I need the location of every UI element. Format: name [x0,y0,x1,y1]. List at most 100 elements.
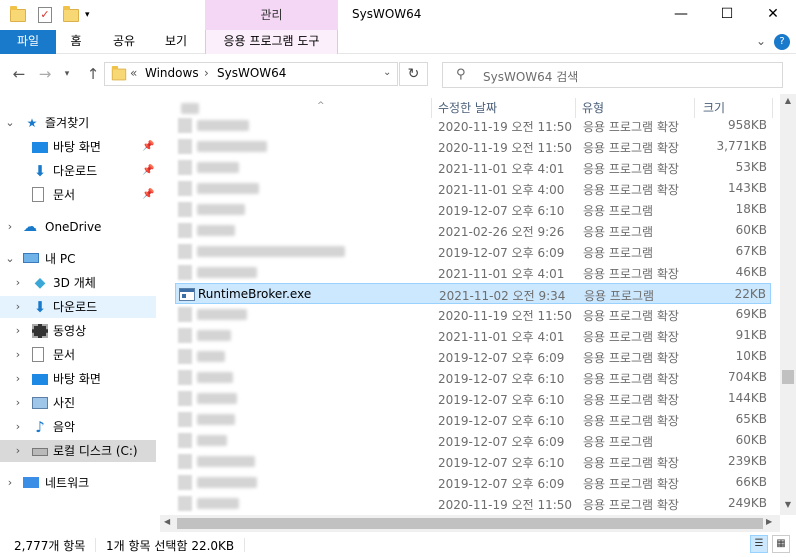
file-row[interactable]: 2020-11-19 오전 11:50 응용 프로그램 확장 249KB [175,493,771,514]
chevron-down-icon[interactable]: ⌄ [4,248,16,270]
scroll-right-icon[interactable]: ▶ [766,517,772,526]
tab-application-tools[interactable]: 응용 프로그램 도구 [205,30,338,54]
chevron-down-icon[interactable]: ⌄ [4,112,16,134]
chevron-right-icon[interactable]: › [12,392,24,414]
nav-pc-desktop[interactable]: › 바탕 화면 [0,368,158,390]
help-icon[interactable]: ? [774,34,790,50]
nav-music[interactable]: › ♪ 음악 [0,416,158,438]
nav-downloads-pinned[interactable]: ⬇ 다운로드 📌 [0,160,158,182]
file-icon [178,307,192,322]
horizontal-scroll-thumb[interactable] [177,518,763,529]
drive-icon [32,448,48,456]
breadcrumb-separator[interactable]: › [204,66,209,80]
vertical-scroll-thumb[interactable] [782,370,794,384]
address-bar[interactable]: « Windows › SysWOW64 ⌄ [104,62,398,86]
chevron-right-icon[interactable]: › [12,344,24,366]
chevron-right-icon[interactable]: › [12,272,24,294]
nav-this-pc[interactable]: ⌄ 내 PC [0,248,158,270]
breadcrumb-overflow[interactable]: « [130,66,137,80]
column-divider[interactable] [772,98,773,118]
forward-arrow-icon[interactable]: → [34,64,56,84]
large-icons-view-icon[interactable]: ▦ [772,535,790,553]
search-box[interactable]: ⚲ SysWOW64 검색 [442,62,783,88]
address-dropdown-icon[interactable]: ⌄ [383,67,391,78]
star-icon: ★ [26,116,38,130]
file-row[interactable]: 2021-02-26 오전 9:26 응용 프로그램 60KB [175,220,771,241]
file-row[interactable]: 2019-12-07 오후 6:09 응용 프로그램 확장 10KB [175,346,771,367]
details-view-icon[interactable]: ☰ [750,535,768,553]
file-row[interactable]: 2020-11-19 오전 11:50 응용 프로그램 확장 69KB [175,304,771,325]
chevron-right-icon[interactable]: › [12,416,24,438]
nav-documents-pinned[interactable]: 문서 📌 [0,184,158,206]
breadcrumb-syswow64[interactable]: SysWOW64 [217,66,286,80]
quick-access-dropdown-icon[interactable]: ▾ [85,6,90,24]
chevron-right-icon[interactable]: › [4,216,16,238]
nav-onedrive[interactable]: › ☁ OneDrive [0,216,158,238]
tab-home[interactable]: 홈 [62,30,90,54]
file-row[interactable]: 2021-11-01 오후 4:01 응용 프로그램 확장 91KB [175,325,771,346]
file-icon [178,349,192,364]
nav-quick-access[interactable]: ⌄ ★ 즐겨찾기 [0,112,158,134]
file-row[interactable]: 2019-12-07 오후 6:09 응용 프로그램 60KB [175,430,771,451]
file-name: RuntimeBroker.exe [198,287,312,301]
maximize-button[interactable]: ☐ [704,0,750,30]
nav-label: 바탕 화면 [53,140,101,154]
properties-icon[interactable]: ✓ [38,6,52,24]
file-row[interactable]: 2020-11-19 오전 11:50 응용 프로그램 확장 958KB [175,115,771,136]
nav-desktop-pinned[interactable]: 바탕 화면 📌 [0,136,158,158]
nav-network[interactable]: › 네트워크 [0,472,158,494]
nav-3d-objects[interactable]: › ◆ 3D 개체 [0,272,158,294]
file-type: 응용 프로그램 [583,435,654,449]
up-arrow-icon[interactable]: ↑ [82,64,104,84]
pin-icon[interactable]: 📌 [142,160,154,182]
file-name-redacted [197,225,235,236]
vertical-scrollbar[interactable]: ▲ ▼ [780,94,796,515]
chevron-right-icon[interactable]: › [4,472,16,494]
file-size: 46KB [735,265,767,279]
new-folder-icon[interactable] [63,5,79,24]
scroll-down-icon[interactable]: ▼ [780,500,796,509]
file-row[interactable]: 2020-11-19 오전 11:50 응용 프로그램 확장 3,771KB [175,136,771,157]
search-input[interactable]: SysWOW64 검색 [483,68,578,85]
file-row[interactable]: 2019-12-07 오후 6:09 응용 프로그램 확장 66KB [175,472,771,493]
file-row[interactable]: 2019-12-07 오후 6:10 응용 프로그램 확장 144KB [175,388,771,409]
file-row[interactable]: 2019-12-07 오후 6:10 응용 프로그램 확장 65KB [175,409,771,430]
file-row[interactable]: 2019-12-07 오후 6:09 응용 프로그램 67KB [175,241,771,262]
tab-view[interactable]: 보기 [156,30,196,54]
minimize-button[interactable]: — [658,0,704,30]
breadcrumb-windows[interactable]: Windows [145,66,199,80]
file-row[interactable]: 2021-11-01 오후 4:01 응용 프로그램 확장 53KB [175,157,771,178]
tab-share[interactable]: 공유 [104,30,144,54]
nav-local-disk[interactable]: › 로컬 디스크 (C:) [0,440,156,462]
file-row[interactable]: RuntimeBroker.exe 2021-11-02 오전 9:34 응용 프로… [175,283,771,304]
nav-pc-documents[interactable]: › 문서 [0,344,158,366]
file-row[interactable]: 2019-12-07 오후 6:10 응용 프로그램 확장 704KB [175,367,771,388]
scroll-up-icon[interactable]: ▲ [780,96,796,105]
refresh-button[interactable]: ↻ [399,62,428,86]
recent-locations-icon[interactable]: ▾ [56,64,78,84]
back-arrow-icon[interactable]: ← [8,64,30,84]
file-name-redacted [197,393,237,404]
pin-icon[interactable]: 📌 [142,136,154,158]
file-row[interactable]: 2019-12-07 오후 6:10 응용 프로그램 확장 239KB [175,451,771,472]
scroll-left-icon[interactable]: ◀ [164,517,170,526]
nav-pictures[interactable]: › 사진 [0,392,158,414]
ribbon-expand-icon[interactable]: ⌄ [752,30,770,54]
nav-pc-downloads[interactable]: › ⬇ 다운로드 [0,296,156,318]
file-name-redacted [197,498,239,509]
file-type: 응용 프로그램 확장 [583,414,679,428]
chevron-right-icon[interactable]: › [12,368,24,390]
close-button[interactable]: ✕ [750,0,796,30]
file-icon [178,181,192,196]
pin-icon[interactable]: 📌 [142,184,154,206]
chevron-right-icon[interactable]: › [12,296,24,318]
file-size: 69KB [735,307,767,321]
chevron-right-icon[interactable]: › [12,440,24,462]
horizontal-scrollbar[interactable]: ◀ ▶ [160,515,780,532]
nav-videos[interactable]: › 동영상 [0,320,158,342]
file-row[interactable]: 2019-12-07 오후 6:10 응용 프로그램 18KB [175,199,771,220]
file-row[interactable]: 2021-11-01 오후 4:01 응용 프로그램 확장 46KB [175,262,771,283]
file-row[interactable]: 2021-11-01 오후 4:00 응용 프로그램 확장 143KB [175,178,771,199]
tab-file[interactable]: 파일 [0,30,56,54]
chevron-right-icon[interactable]: › [12,320,24,342]
